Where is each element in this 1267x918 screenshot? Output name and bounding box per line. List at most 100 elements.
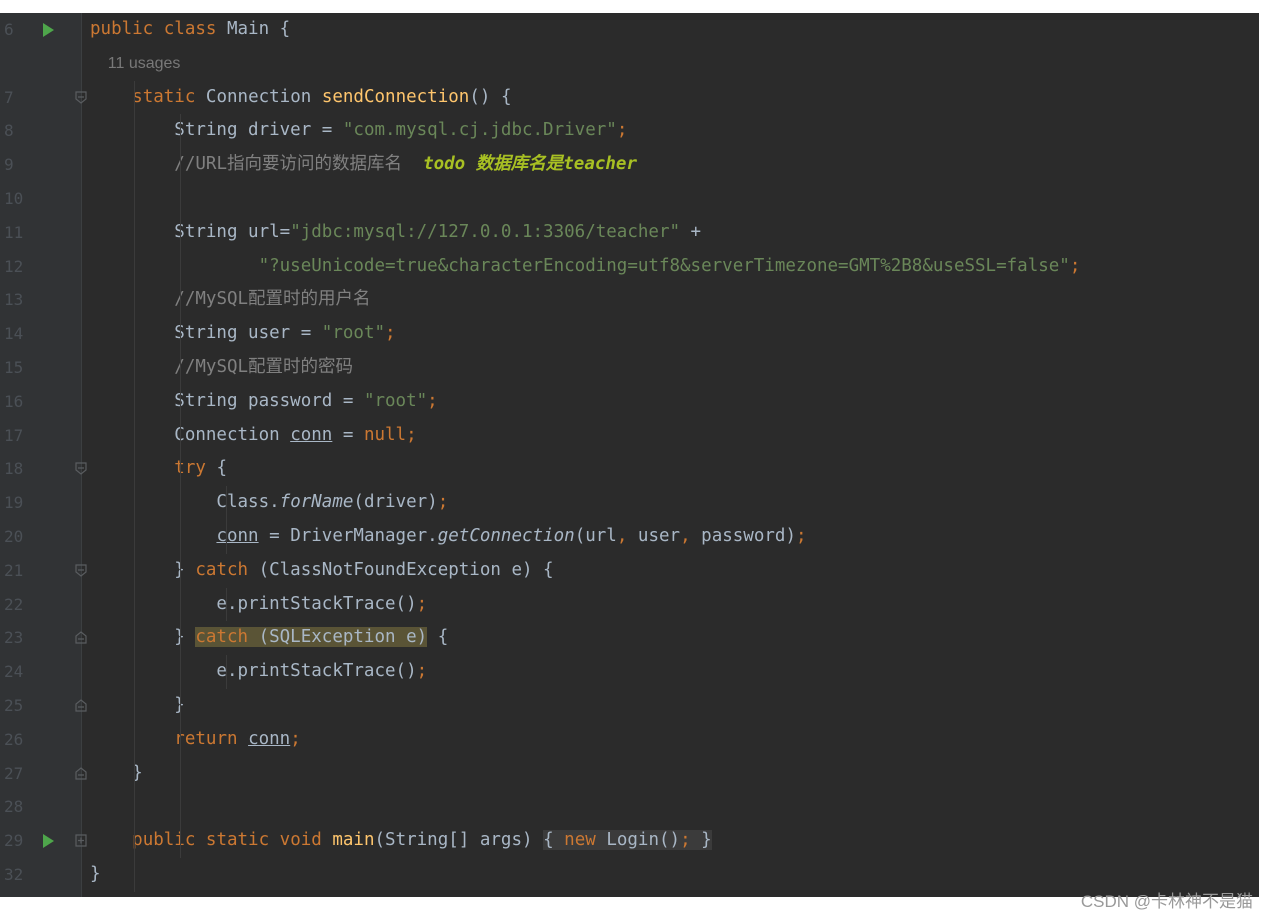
line-number: 11 (4, 222, 24, 242)
code-token: conn (248, 728, 291, 749)
code-token: null; (363, 424, 417, 445)
line-number: 25 (4, 696, 24, 715)
code-line[interactable]: 11 String url="jdbc:mysql://127.0.0.1:33… (0, 216, 1259, 250)
code-line[interactable]: 8 String driver = "com.mysql.cj.jdbc.Dri… (0, 114, 1259, 148)
code-token: { (427, 627, 449, 648)
code-token: + (680, 221, 702, 242)
code-line[interactable]: 22 e.printStackTrace(); (0, 588, 1259, 622)
code-text: String password = "root"; (90, 385, 437, 419)
code-token: Main { (226, 19, 291, 39)
code-text: } catch (SQLException e) { (90, 621, 448, 655)
code-token: = (332, 424, 364, 445)
code-line[interactable]: 29 public static void main(String[] args… (0, 824, 1259, 858)
code-text: //MySQL配置时的密码 (90, 351, 353, 385)
code-token: 11 usages (90, 54, 181, 72)
line-number: 16 (4, 391, 24, 411)
code-token: String url= (90, 221, 291, 242)
code-line[interactable]: 21 } catch (ClassNotFoundException e) { (0, 554, 1259, 588)
code-line[interactable]: 11 usages (0, 47, 1259, 81)
line-number: 28 (4, 797, 24, 817)
code-line[interactable]: 26 return conn; (0, 723, 1259, 757)
code-line[interactable]: 7 static Connection sendConnection() { (0, 81, 1259, 115)
code-line[interactable]: 15 //MySQL配置时的密码 (0, 351, 1259, 385)
code-text: Connection conn = null; (90, 419, 417, 453)
code-token: "jdbc:mysql://127.0.0.1:3306/teacher" (290, 221, 681, 242)
code-text: public static void main(String[] args) {… (90, 824, 712, 858)
code-token: new (564, 830, 607, 851)
code-editor[interactable]: 6 public class Main { 11 usages 7 static C… (0, 13, 1259, 897)
line-number: 19 (4, 493, 24, 513)
code-text: String driver = "com.mysql.cj.jdbc.Drive… (90, 114, 627, 148)
code-token: } (701, 830, 712, 851)
line-number: 33 (4, 892, 34, 897)
code-line[interactable]: 6 public class Main { (0, 13, 1259, 47)
code-token: catch (195, 559, 259, 580)
fold-icon[interactable] (75, 564, 87, 577)
code-line[interactable]: 13 //MySQL配置时的用户名 (0, 283, 1259, 317)
line-number: 18 (4, 459, 24, 479)
code-line[interactable]: 9 //URL指向要访问的数据库名 todo 数据库名是teacher (0, 148, 1259, 182)
code-text: public class Main { (90, 13, 290, 47)
code-text: } (90, 858, 101, 892)
code-token: //MySQL配置时的密码 (174, 357, 354, 377)
code-text: Class.forName(driver); (90, 486, 448, 520)
code-token: Connection (205, 86, 322, 107)
watermark-text: CSDN @卡林神不是猫 (1080, 892, 1253, 911)
code-line[interactable]: 33 (0, 892, 1259, 897)
code-line[interactable]: 12 "?useUnicode=true&characterEncoding=u… (0, 250, 1259, 284)
code-token: public static void (132, 830, 333, 851)
code-text: String url="jdbc:mysql://127.0.0.1:3306/… (90, 216, 701, 250)
code-line[interactable]: 32} (0, 858, 1259, 892)
fold-icon[interactable] (75, 766, 87, 780)
code-line[interactable]: 23 } catch (SQLException e) { (0, 621, 1259, 655)
line-number (4, 47, 34, 81)
indent-guide (226, 486, 227, 554)
code-token: String password = (90, 390, 364, 411)
code-token: () { (469, 86, 512, 107)
code-line[interactable]: 19 Class.forName(driver); (0, 486, 1259, 520)
code-token: getConnection (437, 526, 575, 546)
code-token: class (163, 19, 227, 39)
fold-icon[interactable] (75, 834, 87, 847)
line-number: 20 (4, 527, 24, 546)
code-line[interactable]: 28 (0, 790, 1259, 824)
code-line[interactable]: 14 String user = "root"; (0, 317, 1259, 351)
code-line[interactable]: 16 String password = "root"; (0, 385, 1259, 419)
code-line[interactable]: 18 try { (0, 452, 1259, 486)
run-icon[interactable] (43, 834, 54, 849)
code-token: = DriverManager. (258, 526, 438, 546)
code-token: password) (701, 526, 796, 546)
line-number: 32 (4, 865, 24, 884)
line-number: 26 (4, 729, 24, 749)
code-token: "root" (363, 390, 428, 411)
code-token: e.printStackTrace() (90, 661, 417, 682)
code-text: //URL指向要访问的数据库名 todo 数据库名是teacher (90, 148, 637, 182)
code-line[interactable]: 20 conn = DriverManager.getConnection(ur… (0, 520, 1259, 554)
code-token: public (90, 19, 164, 39)
code-token: ; (416, 661, 428, 682)
indent-guide (226, 655, 227, 689)
fold-icon[interactable] (75, 462, 87, 476)
code-token: Connection (90, 424, 291, 445)
code-text: e.printStackTrace(); (90, 655, 427, 689)
code-line[interactable]: 27 } (0, 757, 1259, 791)
line-number: 13 (4, 290, 24, 310)
code-token: } (90, 864, 101, 884)
indent-guide (134, 80, 135, 892)
code-line[interactable]: 17 Connection conn = null; (0, 419, 1259, 453)
code-line[interactable]: 24 e.printStackTrace(); (0, 655, 1259, 689)
line-number: 23 (4, 628, 24, 648)
run-icon[interactable] (43, 23, 54, 37)
code-token: Class. (90, 492, 280, 513)
code-token: "com.mysql.cj.jdbc.Driver" (342, 120, 617, 141)
fold-icon[interactable] (75, 90, 87, 104)
code-line[interactable]: 25 } (0, 689, 1259, 723)
line-number: 24 (4, 662, 24, 682)
code-token: main (332, 830, 375, 851)
code-line[interactable]: 10 (0, 182, 1259, 216)
fold-icon[interactable] (75, 699, 87, 712)
fold-icon[interactable] (75, 631, 87, 644)
